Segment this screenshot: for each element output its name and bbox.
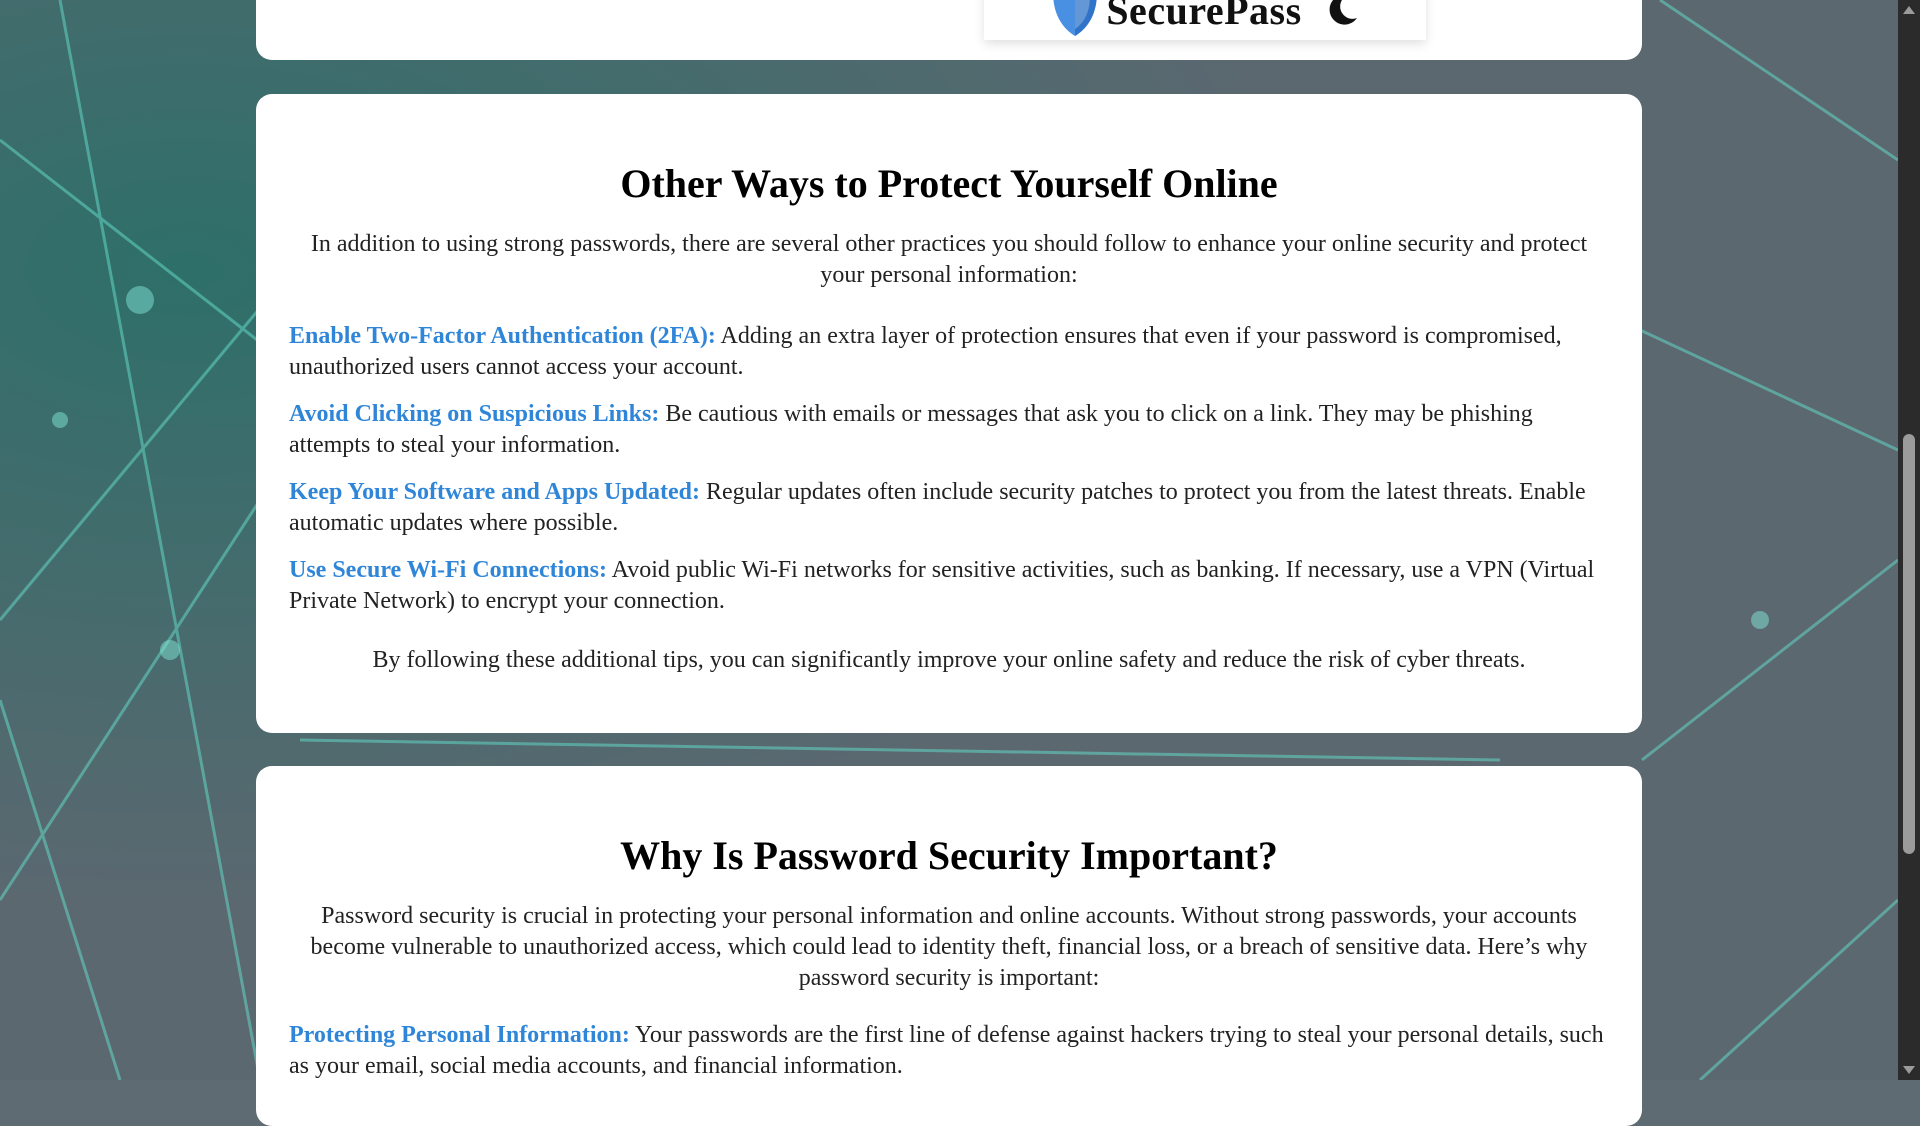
tip-term: Avoid Clicking on Suspicious Links: <box>289 401 660 427</box>
list-item: Keep Your Software and Apps Updated: Reg… <box>289 477 1609 539</box>
list-item: Use Secure Wi-Fi Connections: Avoid publ… <box>289 555 1609 617</box>
list-item: Protecting Personal Information: Your pa… <box>289 1020 1609 1082</box>
scrollbar[interactable] <box>1898 0 1920 1080</box>
tip-term: Use Secure Wi-Fi Connections: <box>289 557 607 583</box>
section-intro: In addition to using strong passwords, t… <box>310 231 1588 288</box>
tips-list: Enable Two-Factor Authentication (2FA): … <box>289 321 1609 617</box>
brand-logo[interactable]: SecurePass <box>984 0 1426 40</box>
why-important-section: Why Is Password Security Important? Pass… <box>256 766 1642 1126</box>
brand-name: SecurePass <box>1106 0 1302 33</box>
scroll-up-icon[interactable] <box>1903 6 1915 14</box>
other-ways-section: Other Ways to Protect Yourself Online In… <box>256 94 1642 733</box>
moon-icon[interactable] <box>1324 0 1360 28</box>
list-item: Enable Two-Factor Authentication (2FA): … <box>289 321 1609 383</box>
tip-term: Enable Two-Factor Authentication (2FA): <box>289 323 716 349</box>
list-item: Avoid Clicking on Suspicious Links: Be c… <box>289 399 1609 461</box>
section-title: Why Is Password Security Important? <box>620 833 1278 878</box>
tip-term: Keep Your Software and Apps Updated: <box>289 479 700 505</box>
reason-term: Protecting Personal Information: <box>289 1022 630 1048</box>
section-title: Other Ways to Protect Yourself Online <box>620 161 1278 206</box>
header-bar: SecurePass <box>256 0 1642 60</box>
section-outro: By following these additional tips, you … <box>372 647 1526 673</box>
scroll-down-icon[interactable] <box>1903 1066 1915 1074</box>
shield-icon <box>1050 0 1100 38</box>
reasons-list: Protecting Personal Information: Your pa… <box>289 1020 1609 1082</box>
scrollbar-thumb[interactable] <box>1903 434 1915 854</box>
section-intro: Password security is crucial in protecti… <box>310 903 1588 991</box>
